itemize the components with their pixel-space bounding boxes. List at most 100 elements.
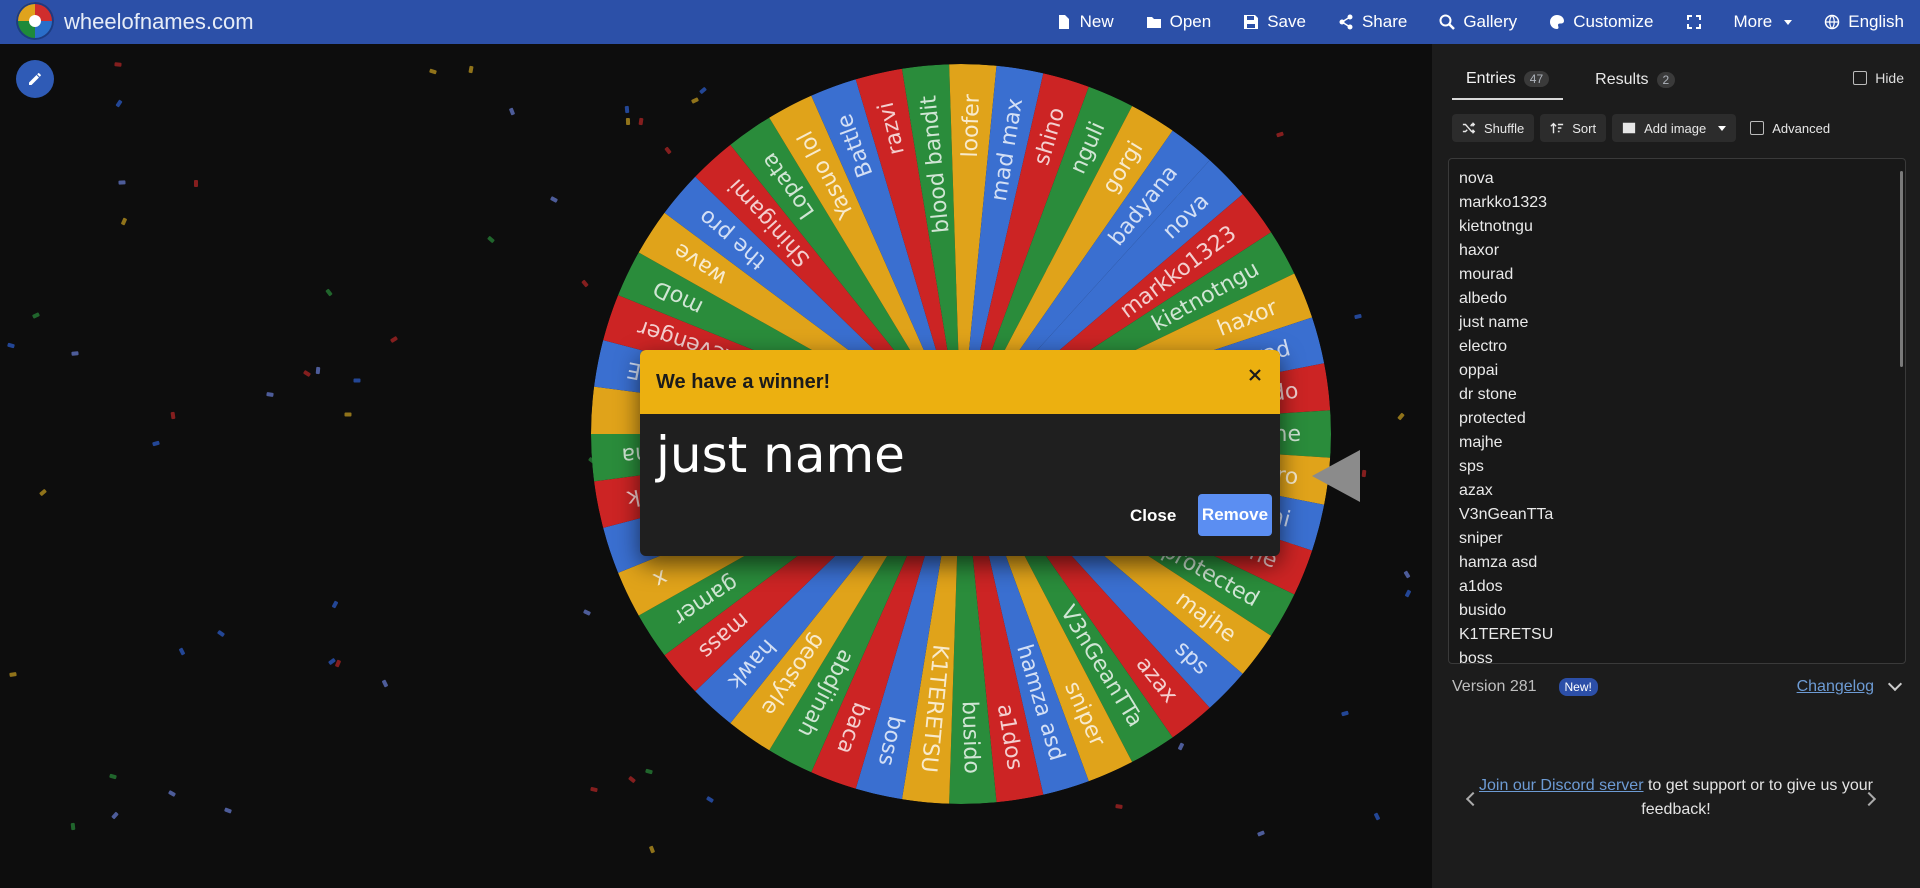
confetti-piece <box>315 366 321 375</box>
language-selector[interactable]: English <box>1808 0 1920 44</box>
version-row: Version 281 New! Changelog <box>1452 676 1903 696</box>
remove-button[interactable]: Remove <box>1198 494 1272 536</box>
changelog-link[interactable]: Changelog <box>1797 678 1874 696</box>
gallery-button[interactable]: Gallery <box>1423 0 1533 44</box>
entry-line[interactable]: azax <box>1449 479 1905 503</box>
entry-line[interactable]: kietnotngu <box>1449 215 1905 239</box>
sort-button[interactable]: Sort <box>1540 114 1607 142</box>
confetti-piece <box>266 391 274 398</box>
open-button[interactable]: Open <box>1130 0 1228 44</box>
edit-button[interactable] <box>16 60 54 98</box>
confetti-piece <box>7 342 15 349</box>
search-icon <box>1439 14 1456 30</box>
entry-line[interactable]: V3nGeanTTa <box>1449 503 1905 527</box>
winner-dialog: We have a winner! just name Close Remove <box>640 350 1280 556</box>
close-icon[interactable] <box>1244 364 1266 386</box>
confetti-piece <box>31 312 41 319</box>
hide-toggle[interactable]: Hide <box>1853 70 1904 86</box>
folder-open-icon <box>1146 17 1161 28</box>
confetti-piece <box>1257 830 1265 837</box>
confetti-piece <box>194 180 198 187</box>
file-icon <box>1058 15 1069 29</box>
entries-textarea[interactable]: nova markko1323 kietnotngu haxor mourad albed… <box>1448 158 1906 664</box>
confetti-piece <box>508 107 516 116</box>
entry-line[interactable]: mourad <box>1449 263 1905 287</box>
wheel-pointer <box>1312 450 1360 502</box>
confetti-piece <box>468 65 474 74</box>
entry-line[interactable]: oppai <box>1449 359 1905 383</box>
confetti-piece <box>216 629 226 638</box>
close-button[interactable]: Close <box>1130 506 1176 526</box>
results-count-badge: 2 <box>1656 72 1676 88</box>
confetti-piece <box>487 235 495 244</box>
entry-line[interactable]: haxor <box>1449 239 1905 263</box>
new-badge: New! <box>1558 678 1598 696</box>
confetti-piece <box>115 99 123 108</box>
discord-link[interactable]: Join our Discord server <box>1479 777 1644 794</box>
hide-checkbox[interactable] <box>1853 71 1868 85</box>
more-menu[interactable]: More <box>1718 0 1809 44</box>
share-button[interactable]: Share <box>1322 0 1423 44</box>
entries-toolbar: Shuffle Sort Add image Advanced <box>1452 114 1830 142</box>
entry-line[interactable]: albedo <box>1449 287 1905 311</box>
confetti-piece <box>1361 469 1367 478</box>
confetti-piece <box>429 68 437 75</box>
tab-entries[interactable]: Entries 47 <box>1452 64 1564 100</box>
entry-line[interactable]: markko1323 <box>1449 191 1905 215</box>
top-bar: wheelofnames.com New Open Save Share Gal… <box>0 0 1920 44</box>
shuffle-button[interactable]: Shuffle <box>1452 114 1535 142</box>
entry-line[interactable]: nova <box>1449 167 1905 191</box>
tab-results[interactable]: Results 2 <box>1581 64 1689 100</box>
winner-name: just name <box>656 426 905 484</box>
new-button[interactable]: New <box>1040 0 1130 44</box>
entries-list: nova markko1323 kietnotngu haxor mourad albed… <box>1449 159 1905 663</box>
fullscreen-button[interactable] <box>1670 0 1718 44</box>
confetti-piece <box>648 845 656 854</box>
wheel-slice-label: loofer <box>958 93 985 158</box>
entry-line[interactable]: dr stone <box>1449 383 1905 407</box>
confetti-piece <box>118 180 126 185</box>
confetti-piece <box>353 378 361 383</box>
advanced-checkbox[interactable] <box>1750 121 1765 135</box>
entry-line[interactable]: sniper <box>1449 527 1905 551</box>
confetti-piece <box>111 811 119 820</box>
confetti-piece <box>549 196 559 203</box>
customize-button[interactable]: Customize <box>1533 0 1669 44</box>
main-nav: New Open Save Share Gallery Customize Mo… <box>1040 0 1920 44</box>
entry-line[interactable]: protected <box>1449 407 1905 431</box>
confetti-piece <box>170 411 176 420</box>
add-image-button[interactable]: Add image <box>1612 114 1737 142</box>
site-title[interactable]: wheelofnames.com <box>64 9 254 35</box>
entry-line[interactable]: sps <box>1449 455 1905 479</box>
chevron-down-icon <box>1718 125 1727 131</box>
confetti-piece <box>114 62 122 67</box>
sort-icon <box>1550 122 1564 134</box>
chevron-down-icon[interactable] <box>1887 676 1903 692</box>
site-logo[interactable] <box>16 2 54 40</box>
confetti-piece <box>71 351 79 356</box>
shuffle-icon <box>1462 122 1476 134</box>
entries-count-badge: 47 <box>1523 71 1550 87</box>
entry-line[interactable]: K1TERETSU <box>1449 623 1905 647</box>
confetti-piece <box>302 369 312 378</box>
entry-line[interactable]: hamza asd <box>1449 551 1905 575</box>
confetti-piece <box>1403 570 1411 579</box>
confetti-piece <box>39 488 47 497</box>
confetti-piece <box>120 217 128 226</box>
confetti-piece <box>152 440 160 447</box>
advanced-toggle[interactable]: Advanced <box>1750 121 1830 136</box>
save-button[interactable]: Save <box>1227 0 1322 44</box>
globe-icon <box>1824 14 1840 30</box>
confetti-piece <box>70 822 76 831</box>
image-icon <box>1622 122 1636 134</box>
entry-line[interactable]: a1dos <box>1449 575 1905 599</box>
confetti-piece <box>1373 812 1381 821</box>
entries-scrollbar[interactable] <box>1900 171 1903 367</box>
panel-tabs: Entries 47 Results 2 <box>1452 64 1689 100</box>
entry-line[interactable]: busido <box>1449 599 1905 623</box>
confetti-piece <box>178 647 186 656</box>
entry-line[interactable]: just name <box>1449 311 1905 335</box>
entry-line[interactable]: electro <box>1449 335 1905 359</box>
entry-line[interactable]: majhe <box>1449 431 1905 455</box>
entry-line[interactable]: boss <box>1449 647 1905 663</box>
